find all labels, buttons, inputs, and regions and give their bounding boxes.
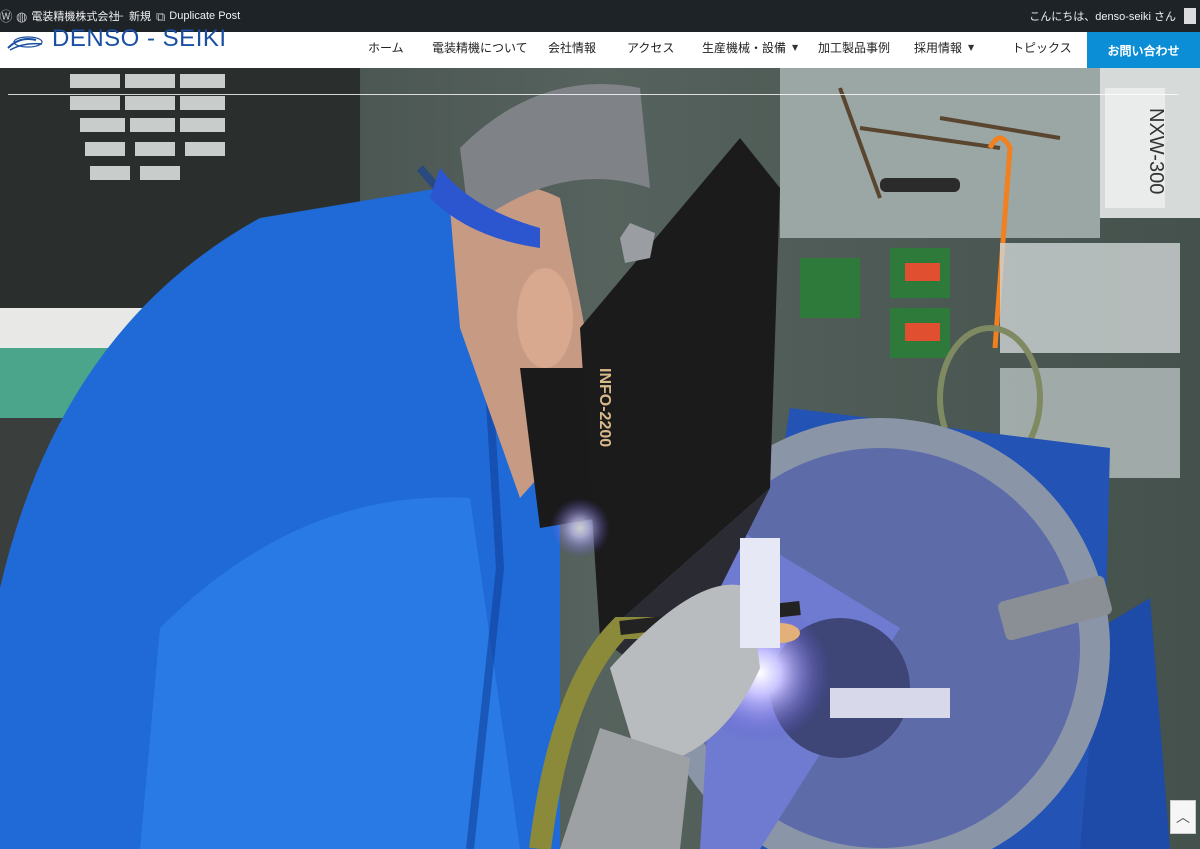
box-label: NXW-300 <box>1145 108 1167 194</box>
avatar <box>1184 8 1196 24</box>
nav-item-company[interactable]: 会社情報 <box>548 32 596 62</box>
wordpress-logo[interactable]: Ⓦ <box>0 0 13 32</box>
nav-item-topics[interactable]: トピックス <box>1012 32 1072 62</box>
wordpress-icon: Ⓦ <box>0 8 13 24</box>
nav-label: 生産機械・設備 <box>702 40 787 55</box>
nav-label: アクセス <box>627 40 675 55</box>
nav-item-access[interactable]: アクセス <box>627 32 674 62</box>
nav-item-equipment[interactable]: 生産機械・設備 ▼ <box>702 32 798 62</box>
nav-label: 会社情報 <box>548 40 597 55</box>
nav-item-home[interactable]: ホーム <box>368 32 404 62</box>
nav-label: 加工製品事例 <box>818 40 891 55</box>
welding-scene-illustration: NXW-300 INFO-2200 <box>0 68 1200 849</box>
chevron-down-icon: ▼ <box>968 42 975 52</box>
greeting-label: こんにちは、denso-seiki さん <box>1029 11 1176 23</box>
logo-swoosh-icon <box>7 36 43 51</box>
nav-label: トピックス <box>1012 40 1072 55</box>
chevron-up-icon: ︿ <box>1176 810 1190 826</box>
admin-bar-account[interactable]: こんにちは、denso-seiki さん <box>1029 0 1196 32</box>
nav-item-about[interactable]: 電装精機について <box>432 32 528 62</box>
new-label: 新規 <box>129 11 152 23</box>
nav-label: ホーム <box>368 40 404 55</box>
contact-button[interactable]: お問い合わせ <box>1087 32 1200 68</box>
nav-label: 電装精機について <box>432 40 528 55</box>
site-name-label: 電装精機株式会社 <box>31 11 120 23</box>
helmet-text: INFO-2200 <box>596 368 613 447</box>
logo-text: DENSO - SEIKI <box>52 25 227 52</box>
nav-item-recruit[interactable]: 採用情報 ▼ <box>914 32 974 62</box>
site-header: DENSO - SEIKI ホーム 電装精機について 会社情報 アクセス 生産機… <box>0 25 1200 68</box>
site-logo[interactable]: DENSO - SEIKI <box>6 25 227 52</box>
plus-icon: ＋ <box>112 8 126 24</box>
nav-item-products[interactable]: 加工製品事例 <box>818 32 890 62</box>
chevron-down-icon: ▼ <box>792 42 799 52</box>
hero-divider-line <box>8 94 1178 95</box>
duplicate-icon: ⧉ <box>156 8 166 24</box>
duplicate-label: Duplicate Post <box>169 10 241 22</box>
scroll-to-top-button[interactable]: ︿ <box>1170 800 1196 834</box>
dashboard-icon: ◍ <box>16 8 28 24</box>
nav-label: 採用情報 <box>914 40 963 55</box>
hero-image: NXW-300 INFO-2200 <box>0 68 1200 849</box>
